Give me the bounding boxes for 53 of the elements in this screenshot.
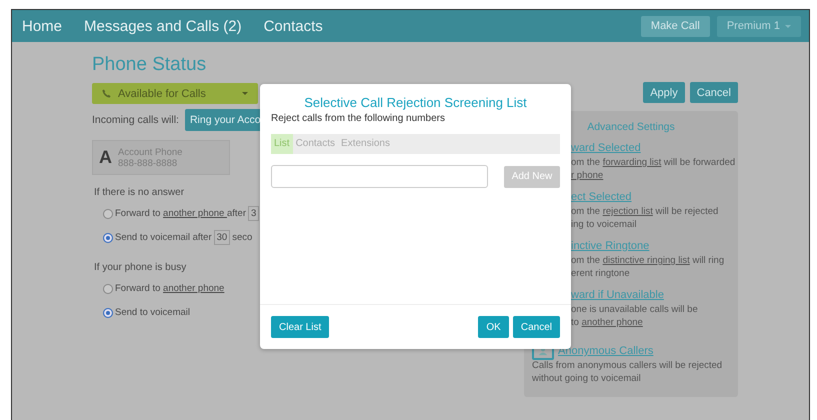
- tab[interactable]: List: [271, 134, 293, 154]
- seconds-field[interactable]: 30: [214, 230, 230, 245]
- phone-icon: [102, 89, 111, 98]
- section-heading: If your phone is busy: [94, 262, 186, 273]
- radio-button[interactable]: [103, 232, 113, 242]
- setting-description: without going to voicemail: [532, 373, 641, 384]
- option-label: Forward to another phone after: [115, 208, 246, 219]
- seconds-field[interactable]: 3: [248, 206, 260, 221]
- link[interactable]: rejection list: [602, 206, 653, 217]
- action-button[interactable]: Cancel: [690, 82, 738, 103]
- clear-list-button[interactable]: Clear List: [271, 316, 330, 338]
- nav-link[interactable]: Contacts: [264, 18, 323, 34]
- tab[interactable]: Contacts: [292, 134, 338, 154]
- setting-description: Calls from anonymous callers will be rejected: [532, 360, 722, 371]
- section-heading: If there is no answer: [94, 187, 184, 198]
- status-dropdown[interactable]: Available for Calls: [92, 83, 258, 104]
- setting-description: erent ringtone: [571, 268, 630, 279]
- option-label: Forward to another phone: [115, 283, 224, 294]
- setting-description: om the distinctive ringing list will ring: [571, 255, 724, 266]
- setting-description: to another phone: [571, 317, 643, 328]
- radio-button[interactable]: [103, 308, 113, 318]
- setting-description: ing to voicemail: [571, 219, 636, 230]
- dialog-subtitle: Reject calls from the following numbers: [271, 113, 446, 124]
- tab[interactable]: Extensions: [338, 134, 393, 154]
- number-field[interactable]: [271, 165, 488, 188]
- nav-link[interactable]: Messages and Calls (2): [84, 18, 242, 34]
- incoming-label: Incoming calls will:: [92, 114, 179, 126]
- caret-icon: [785, 24, 791, 28]
- link[interactable]: r phone: [571, 170, 604, 181]
- radio-button[interactable]: [103, 208, 113, 218]
- link[interactable]: another phone: [582, 317, 643, 328]
- setting-description: om the rejection list will be rejected: [571, 206, 718, 217]
- plan-dropdown[interactable]: Premium 1: [716, 16, 801, 36]
- account-letter: A: [99, 147, 112, 168]
- nav-link[interactable]: Home: [22, 18, 62, 34]
- radio-button[interactable]: [103, 284, 113, 294]
- link[interactable]: another phone: [163, 283, 224, 294]
- dialog-title: Selective Call Rejection Screening List: [303, 95, 528, 110]
- dialog-button[interactable]: Cancel: [512, 316, 560, 338]
- panel-title: Advanced Settings: [586, 121, 676, 133]
- link[interactable]: distinctive ringing list: [602, 255, 690, 266]
- make-call-button[interactable]: Make Call: [640, 16, 710, 36]
- action-button[interactable]: Apply: [643, 82, 685, 103]
- option-label: Send to voicemail: [115, 307, 190, 318]
- setting-description: om the forwarding list will be forwarded: [571, 157, 736, 168]
- link[interactable]: forwarding list: [602, 157, 662, 168]
- seconds-label: seco: [232, 232, 252, 243]
- dialog-button[interactable]: OK: [478, 316, 509, 338]
- caret-icon: [242, 92, 248, 95]
- option-label: Send to voicemail after: [115, 232, 212, 243]
- setting-description: one is unavailable calls will be: [571, 304, 698, 315]
- link[interactable]: another phone: [163, 208, 227, 219]
- page-title: Phone Status: [92, 54, 206, 77]
